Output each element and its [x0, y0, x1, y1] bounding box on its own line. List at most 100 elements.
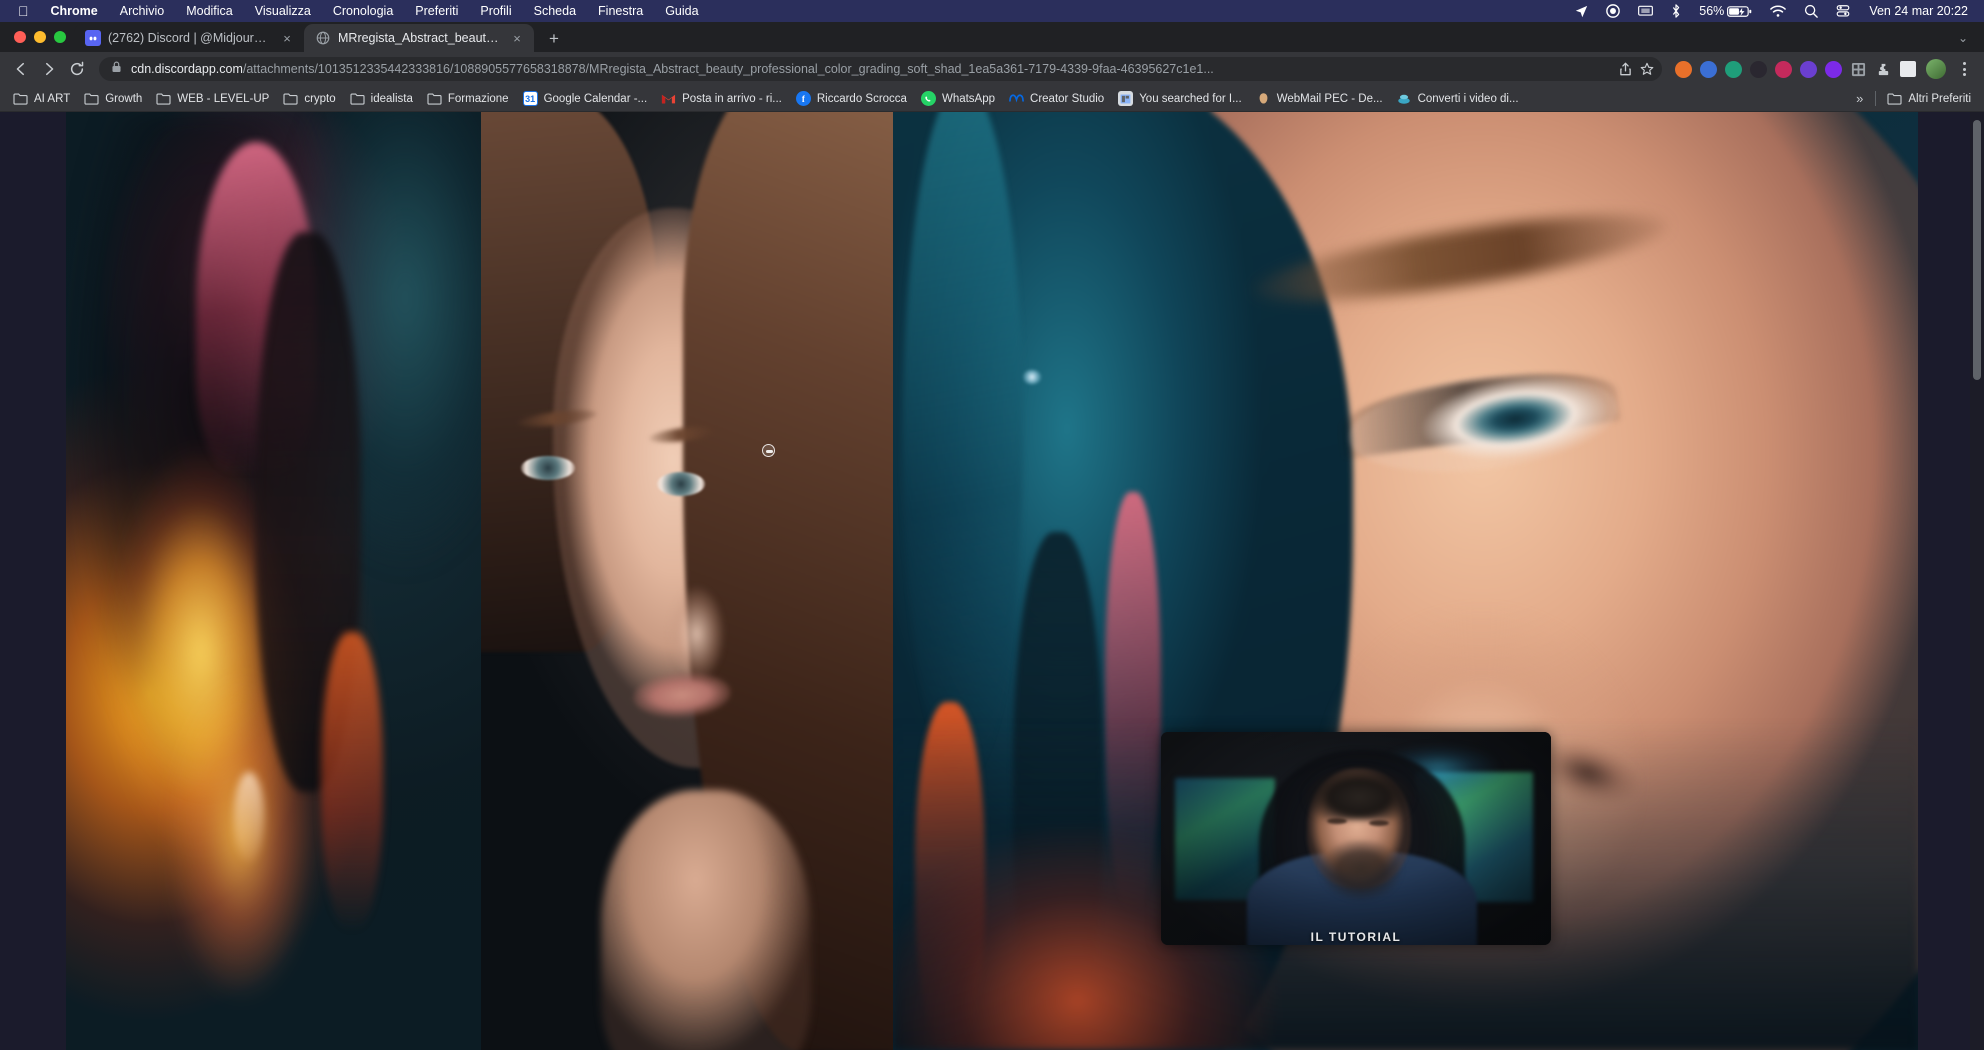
bookmark-you-searched-for[interactable]: You searched for I...	[1111, 89, 1249, 108]
close-icon[interactable]: ×	[279, 30, 295, 46]
bookmark-label: WhatsApp	[942, 93, 995, 105]
chevron-down-icon[interactable]: ⌄	[1948, 24, 1978, 52]
star-icon[interactable]	[1636, 58, 1658, 80]
close-icon[interactable]: ×	[509, 30, 525, 46]
reload-button[interactable]	[64, 56, 90, 82]
bookmark-label: Riccardo Scrocca	[817, 93, 907, 105]
screen-record-icon[interactable]	[1597, 0, 1629, 22]
display-mirror-icon[interactable]	[1629, 0, 1662, 22]
bookmark-label: Posta in arrivo - ri...	[682, 93, 782, 105]
webcam-caption: IL TUTORIAL	[1161, 930, 1551, 944]
bookmark-creator-studio[interactable]: Creator Studio	[1002, 89, 1111, 108]
bookmark-label: You searched for I...	[1139, 93, 1242, 105]
apple-logo-icon[interactable]: 	[10, 4, 40, 18]
tab-image[interactable]: MRregista_Abstract_beauty_... ×	[304, 24, 534, 52]
extension-violet-icon[interactable]	[1796, 57, 1820, 81]
bookmark-google-calendar[interactable]: 31 Google Calendar -...	[516, 89, 655, 108]
bookmark-altri-preferiti[interactable]: Altri Preferiti	[1880, 89, 1978, 108]
bookmark-label: Creator Studio	[1030, 93, 1104, 105]
menu-item-archivio[interactable]: Archivio	[109, 0, 175, 22]
bookmark-webmail-pec[interactable]: WebMail PEC - De...	[1249, 89, 1390, 108]
bookmark-label: WebMail PEC - De...	[1277, 93, 1383, 105]
bookmark-crypto[interactable]: crypto	[276, 89, 342, 108]
omnibox-actions	[1614, 58, 1658, 80]
menu-item-profili[interactable]: Profili	[469, 0, 522, 22]
forward-button[interactable]	[36, 56, 62, 82]
bluetooth-icon[interactable]	[1662, 0, 1690, 22]
menu-item-guida[interactable]: Guida	[654, 0, 709, 22]
extension-blue-icon[interactable]	[1696, 57, 1720, 81]
url-text[interactable]: cdn.discordapp.com/attachments/101351233…	[131, 62, 1614, 76]
tab-title: (2762) Discord | @Midjourney	[108, 31, 272, 45]
tab-strip: (2762) Discord | @Midjourney × MRregista…	[0, 22, 1984, 52]
facebook-icon: f	[796, 91, 811, 106]
menu-item-visualizza[interactable]: Visualizza	[244, 0, 322, 22]
location-arrow-icon[interactable]	[1566, 0, 1597, 22]
extension-icons	[1671, 57, 1920, 81]
address-bar[interactable]: cdn.discordapp.com/attachments/101351233…	[99, 57, 1662, 81]
menu-item-chrome[interactable]: Chrome	[40, 0, 109, 22]
bookmark-label: crypto	[304, 93, 335, 105]
profile-avatar[interactable]	[1926, 59, 1946, 79]
scrollbar-thumb[interactable]	[1973, 120, 1981, 380]
image-viewer[interactable]	[66, 112, 1918, 1050]
menu-bar-clock[interactable]: Ven 24 mar 20:22	[1859, 4, 1974, 18]
bookmark-idealista[interactable]: idealista	[343, 89, 420, 108]
extension-green-icon[interactable]	[1721, 57, 1745, 81]
menu-item-modifica[interactable]: Modifica	[175, 0, 244, 22]
bookmark-label: idealista	[371, 93, 413, 105]
wifi-icon[interactable]	[1761, 0, 1795, 22]
macos-menu-bar:  Chrome Archivio Modifica Visualizza Cr…	[0, 0, 1984, 22]
bookmark-growth[interactable]: Growth	[77, 89, 149, 108]
bookmark-whatsapp[interactable]: WhatsApp	[914, 89, 1002, 108]
new-tab-button[interactable]: +	[540, 24, 568, 52]
extension-orange-icon[interactable]	[1671, 57, 1695, 81]
bookmark-web-level-up[interactable]: WEB - LEVEL-UP	[149, 89, 276, 108]
extension-dark-icon[interactable]	[1746, 57, 1770, 81]
menu-item-preferiti[interactable]: Preferiti	[404, 0, 469, 22]
back-button[interactable]	[8, 56, 34, 82]
extension-grid-icon[interactable]	[1846, 57, 1870, 81]
site-favicon	[1118, 91, 1133, 106]
folder-icon	[156, 91, 171, 106]
folder-icon	[1887, 91, 1902, 106]
bookmark-formazione[interactable]: Formazione	[420, 89, 516, 108]
url-path: /attachments/1013512335442333816/1088905…	[243, 62, 1214, 76]
menu-bar-status-items: 56% Ven 24 ma	[1566, 0, 1974, 22]
bookmark-label: Formazione	[448, 93, 509, 105]
extensions-puzzle-icon[interactable]	[1871, 57, 1895, 81]
battery-status[interactable]: 56%	[1690, 0, 1761, 22]
url-host: cdn.discordapp.com	[131, 62, 243, 76]
webcam-overlay[interactable]: IL TUTORIAL	[1161, 732, 1551, 945]
control-center-icon[interactable]	[1827, 0, 1859, 22]
share-icon[interactable]	[1614, 58, 1636, 80]
bookmark-ai-art[interactable]: AI ART	[6, 89, 77, 108]
page-scrollbar[interactable]	[1970, 112, 1984, 1050]
light-sparkle	[1023, 370, 1041, 384]
page-viewport[interactable]: IL TUTORIAL	[0, 112, 1984, 1050]
menu-item-finestra[interactable]: Finestra	[587, 0, 654, 22]
kebab-menu-icon[interactable]	[1952, 56, 1976, 82]
folder-icon	[427, 91, 442, 106]
window-traffic-lights	[10, 22, 74, 52]
battery-percent-label: 56%	[1699, 4, 1727, 18]
lock-icon	[111, 60, 123, 78]
extension-square-icon[interactable]	[1896, 57, 1920, 81]
bookmark-facebook[interactable]: f Riccardo Scrocca	[789, 89, 914, 108]
maximize-window-button[interactable]	[54, 31, 66, 43]
minimize-window-button[interactable]	[34, 31, 46, 43]
neck-shoulder	[601, 790, 811, 1050]
folder-icon	[13, 91, 28, 106]
bookmark-gmail[interactable]: Posta in arrivo - ri...	[654, 89, 789, 108]
extension-pink-icon[interactable]	[1771, 57, 1795, 81]
spotlight-search-icon[interactable]	[1795, 0, 1827, 22]
bookmark-converti-video[interactable]: Converti i video di...	[1390, 89, 1526, 108]
discord-favicon	[85, 30, 101, 46]
extension-purple-icon[interactable]	[1821, 57, 1845, 81]
menu-item-scheda[interactable]: Scheda	[523, 0, 587, 22]
folder-icon	[84, 91, 99, 106]
close-window-button[interactable]	[14, 31, 26, 43]
menu-item-cronologia[interactable]: Cronologia	[322, 0, 404, 22]
tab-discord[interactable]: (2762) Discord | @Midjourney ×	[74, 24, 304, 52]
bookmarks-overflow-button[interactable]: »	[1848, 89, 1871, 108]
